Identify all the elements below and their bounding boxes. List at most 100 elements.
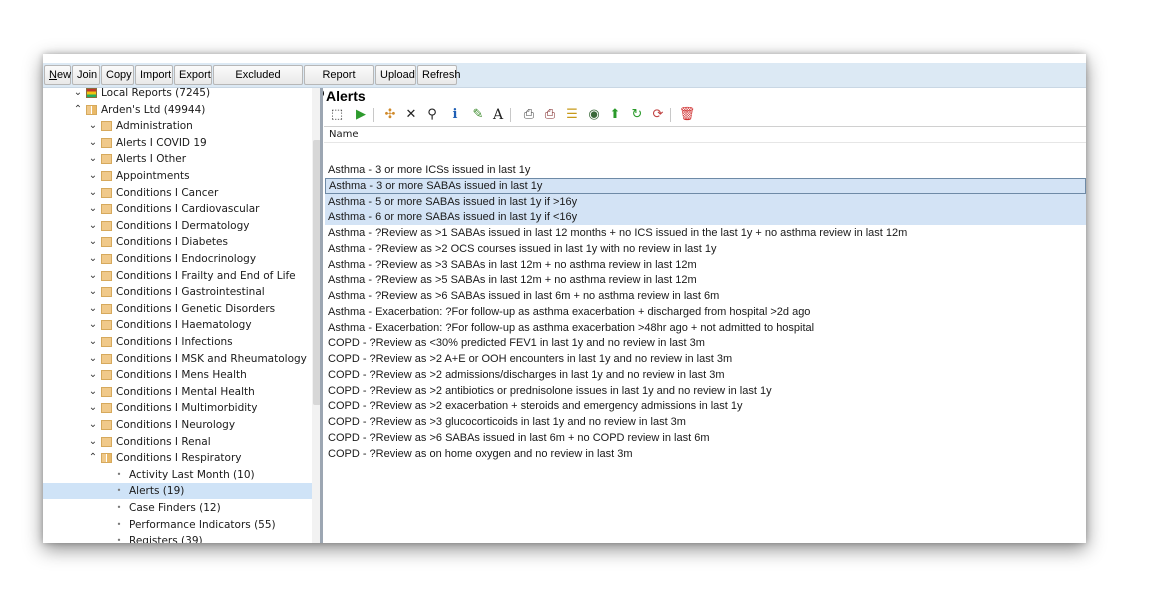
chevron-down-icon[interactable]: ⌄ xyxy=(88,434,98,450)
excluded-patients-button[interactable]: Excluded Patients xyxy=(213,65,303,100)
upload-button[interactable]: Upload xyxy=(375,65,416,85)
tree-item[interactable]: ⌄ Conditions I Endocrinology xyxy=(43,251,312,267)
alert-row[interactable]: Asthma - ?Review as >1 SABAs issued in l… xyxy=(325,225,1086,241)
tree-item[interactable]: ⌃ Conditions I Respiratory xyxy=(43,450,312,466)
chevron-down-icon[interactable]: ⌄ xyxy=(88,251,98,267)
tree-item[interactable]: ⌄ Conditions I Mental Health xyxy=(43,384,312,400)
chevron-up-icon[interactable]: ⌃ xyxy=(88,450,98,466)
chevron-down-icon[interactable]: ⌄ xyxy=(88,400,98,416)
tree-item[interactable]: • Activity Last Month (10) xyxy=(43,467,312,483)
tree-item[interactable]: ⌄ Conditions I Frailty and End of Life xyxy=(43,268,312,284)
tree-item[interactable]: ⌄ Conditions I Gastrointestinal xyxy=(43,284,312,300)
alert-row[interactable]: COPD - ?Review as >2 exacerbation + ster… xyxy=(325,398,1086,414)
tree-item[interactable]: • Registers (39) xyxy=(43,533,312,543)
chevron-down-icon[interactable]: ⌄ xyxy=(88,135,98,151)
chevron-down-icon[interactable]: ⌄ xyxy=(88,234,98,250)
join-button[interactable]: Join xyxy=(72,65,100,85)
alert-row[interactable]: COPD - ?Review as >2 antibiotics or pred… xyxy=(325,383,1086,399)
chevron-down-icon[interactable]: ⌄ xyxy=(88,334,98,350)
tree-item[interactable]: ⌄ Conditions I Haematology xyxy=(43,317,312,333)
chevron-down-icon[interactable]: ⌄ xyxy=(88,384,98,400)
tree-item[interactable]: ⌄ Conditions I Multimorbidity xyxy=(43,400,312,416)
select-box-icon[interactable]: ⬚ xyxy=(329,107,345,123)
tree-item[interactable]: ⌄ Local Reports (7245) xyxy=(43,88,312,101)
chevron-down-icon[interactable]: ⌄ xyxy=(88,185,98,201)
tree-item[interactable]: ⌃ Arden's Ltd (49944) xyxy=(43,102,312,118)
tree-item[interactable]: ⌄ Conditions I Neurology xyxy=(43,417,312,433)
column-header-name[interactable]: Name xyxy=(324,126,1086,143)
move-up-icon[interactable]: ⬆ xyxy=(607,107,623,123)
chevron-down-icon[interactable]: ⌄ xyxy=(88,351,98,367)
run-icon[interactable]: ▶ xyxy=(353,107,369,123)
chevron-down-icon[interactable]: ⌄ xyxy=(88,317,98,333)
copy-button[interactable]: Copy xyxy=(101,65,134,85)
alert-row[interactable]: Asthma - 3 or more ICSs issued in last 1… xyxy=(325,162,1086,178)
import-button[interactable]: Import xyxy=(135,65,173,85)
tree-item[interactable]: ⌄ Conditions I Dermatology xyxy=(43,218,312,234)
alert-row[interactable]: Asthma - Exacerbation: ?For follow-up as… xyxy=(325,304,1086,320)
chevron-down-icon[interactable]: ⌄ xyxy=(88,301,98,317)
search-icon[interactable]: ⚲ xyxy=(424,107,440,123)
chevron-down-icon[interactable]: ⌄ xyxy=(88,151,98,167)
tree-item[interactable]: ⌄ Conditions I Mens Health xyxy=(43,367,312,383)
alert-row[interactable]: Asthma - ?Review as >6 SABAs issued in l… xyxy=(325,288,1086,304)
chevron-down-icon[interactable]: ⌄ xyxy=(88,367,98,383)
tree-item[interactable]: ⌄ Alerts I COVID 19 xyxy=(43,135,312,151)
alert-row[interactable]: COPD - ?Review as >2 A+E or OOH encounte… xyxy=(325,351,1086,367)
tree-item[interactable]: • Performance Indicators (55) xyxy=(43,517,312,533)
chevron-down-icon[interactable]: ⌄ xyxy=(73,88,83,101)
print-all-icon[interactable]: ⎙ xyxy=(542,107,558,123)
alert-row[interactable]: Asthma - 6 or more SABAs issued in last … xyxy=(325,209,1086,226)
tree-item[interactable]: ⌄ Administration xyxy=(43,118,312,134)
tree-item[interactable]: ⌄ Alerts I Other xyxy=(43,151,312,167)
chevron-up-icon[interactable]: ⌃ xyxy=(73,102,83,118)
tree-leaf-bullet-icon: • xyxy=(116,519,122,529)
alert-row[interactable]: COPD - ?Review as on home oxygen and no … xyxy=(325,446,1086,462)
chevron-down-icon[interactable]: ⌄ xyxy=(88,268,98,284)
alert-row[interactable]: Asthma - 3 or more SABAs issued in last … xyxy=(325,177,1086,194)
column-header-label: Name xyxy=(329,129,359,140)
chevron-down-icon[interactable]: ⌄ xyxy=(88,218,98,234)
chevron-down-icon[interactable]: ⌄ xyxy=(88,284,98,300)
population-icon[interactable]: ✣ xyxy=(382,107,398,123)
report-queue-button[interactable]: Report Queue xyxy=(304,65,374,100)
export-button[interactable]: Export xyxy=(174,65,212,85)
chevron-down-icon[interactable]: ⌄ xyxy=(88,168,98,184)
chevron-down-icon[interactable]: ⌄ xyxy=(88,417,98,433)
tree-item[interactable]: ⌄ Conditions I Renal xyxy=(43,434,312,450)
print-icon[interactable]: ⎙ xyxy=(521,107,537,123)
alert-row[interactable]: Asthma - ?Review as >5 SABAs in last 12m… xyxy=(325,272,1086,288)
alert-row[interactable]: Asthma - ?Review as >2 OCS courses issue… xyxy=(325,241,1086,257)
chevron-down-icon[interactable]: ⌄ xyxy=(88,201,98,217)
tree-item[interactable]: ⌄ Appointments xyxy=(43,168,312,184)
tree-item[interactable]: ⌄ Conditions I MSK and Rheumatology xyxy=(43,351,312,367)
record-icon[interactable]: ◉ xyxy=(586,107,602,123)
tree-item[interactable]: • Alerts (19) xyxy=(43,483,312,500)
chevron-down-icon[interactable]: ⌄ xyxy=(88,118,98,134)
tree-item-label: Conditions I Dermatology xyxy=(116,219,250,232)
alert-row[interactable]: COPD - ?Review as >6 SABAs issued in las… xyxy=(325,430,1086,446)
alert-row[interactable]: COPD - ?Review as >2 admissions/discharg… xyxy=(325,367,1086,383)
trash-icon[interactable]: 🗑 xyxy=(679,107,696,123)
tree-item[interactable]: ⌄ Conditions I Diabetes xyxy=(43,234,312,250)
alert-row[interactable]: COPD - ?Review as <30% predicted FEV1 in… xyxy=(325,335,1086,351)
tree-item[interactable]: ⌄ Conditions I Infections xyxy=(43,334,312,350)
tree-item[interactable]: ⌄ Conditions I Cancer xyxy=(43,185,312,201)
report-list-icon[interactable]: ☰ xyxy=(564,107,580,123)
alert-row[interactable]: Asthma - ?Review as >3 SABAs in last 12m… xyxy=(325,257,1086,273)
alert-row[interactable]: Asthma - 5 or more SABAs issued in last … xyxy=(325,193,1086,210)
pane-splitter[interactable] xyxy=(320,88,323,543)
sync-icon[interactable]: ⟳ xyxy=(650,107,666,123)
alert-row[interactable]: COPD - ?Review as >3 glucocorticoids in … xyxy=(325,414,1086,430)
tree-item[interactable]: ⌄ Conditions I Cardiovascular xyxy=(43,201,312,217)
refresh-icon[interactable]: ↻ xyxy=(629,107,645,123)
tree-item[interactable]: • Case Finders (12) xyxy=(43,500,312,516)
info-icon[interactable]: i xyxy=(447,107,463,123)
edit-pen-icon[interactable]: ✎ xyxy=(470,107,486,123)
refresh-button[interactable]: Refresh xyxy=(417,65,461,85)
alert-row[interactable]: Asthma - Exacerbation: ?For follow-up as… xyxy=(325,320,1086,336)
tree-item[interactable]: ⌄ Conditions I Genetic Disorders xyxy=(43,301,312,317)
text-font-icon[interactable]: A xyxy=(490,107,506,123)
new-button[interactable]: New xyxy=(44,65,71,85)
delete-cross-icon[interactable]: ✕ xyxy=(403,107,419,123)
